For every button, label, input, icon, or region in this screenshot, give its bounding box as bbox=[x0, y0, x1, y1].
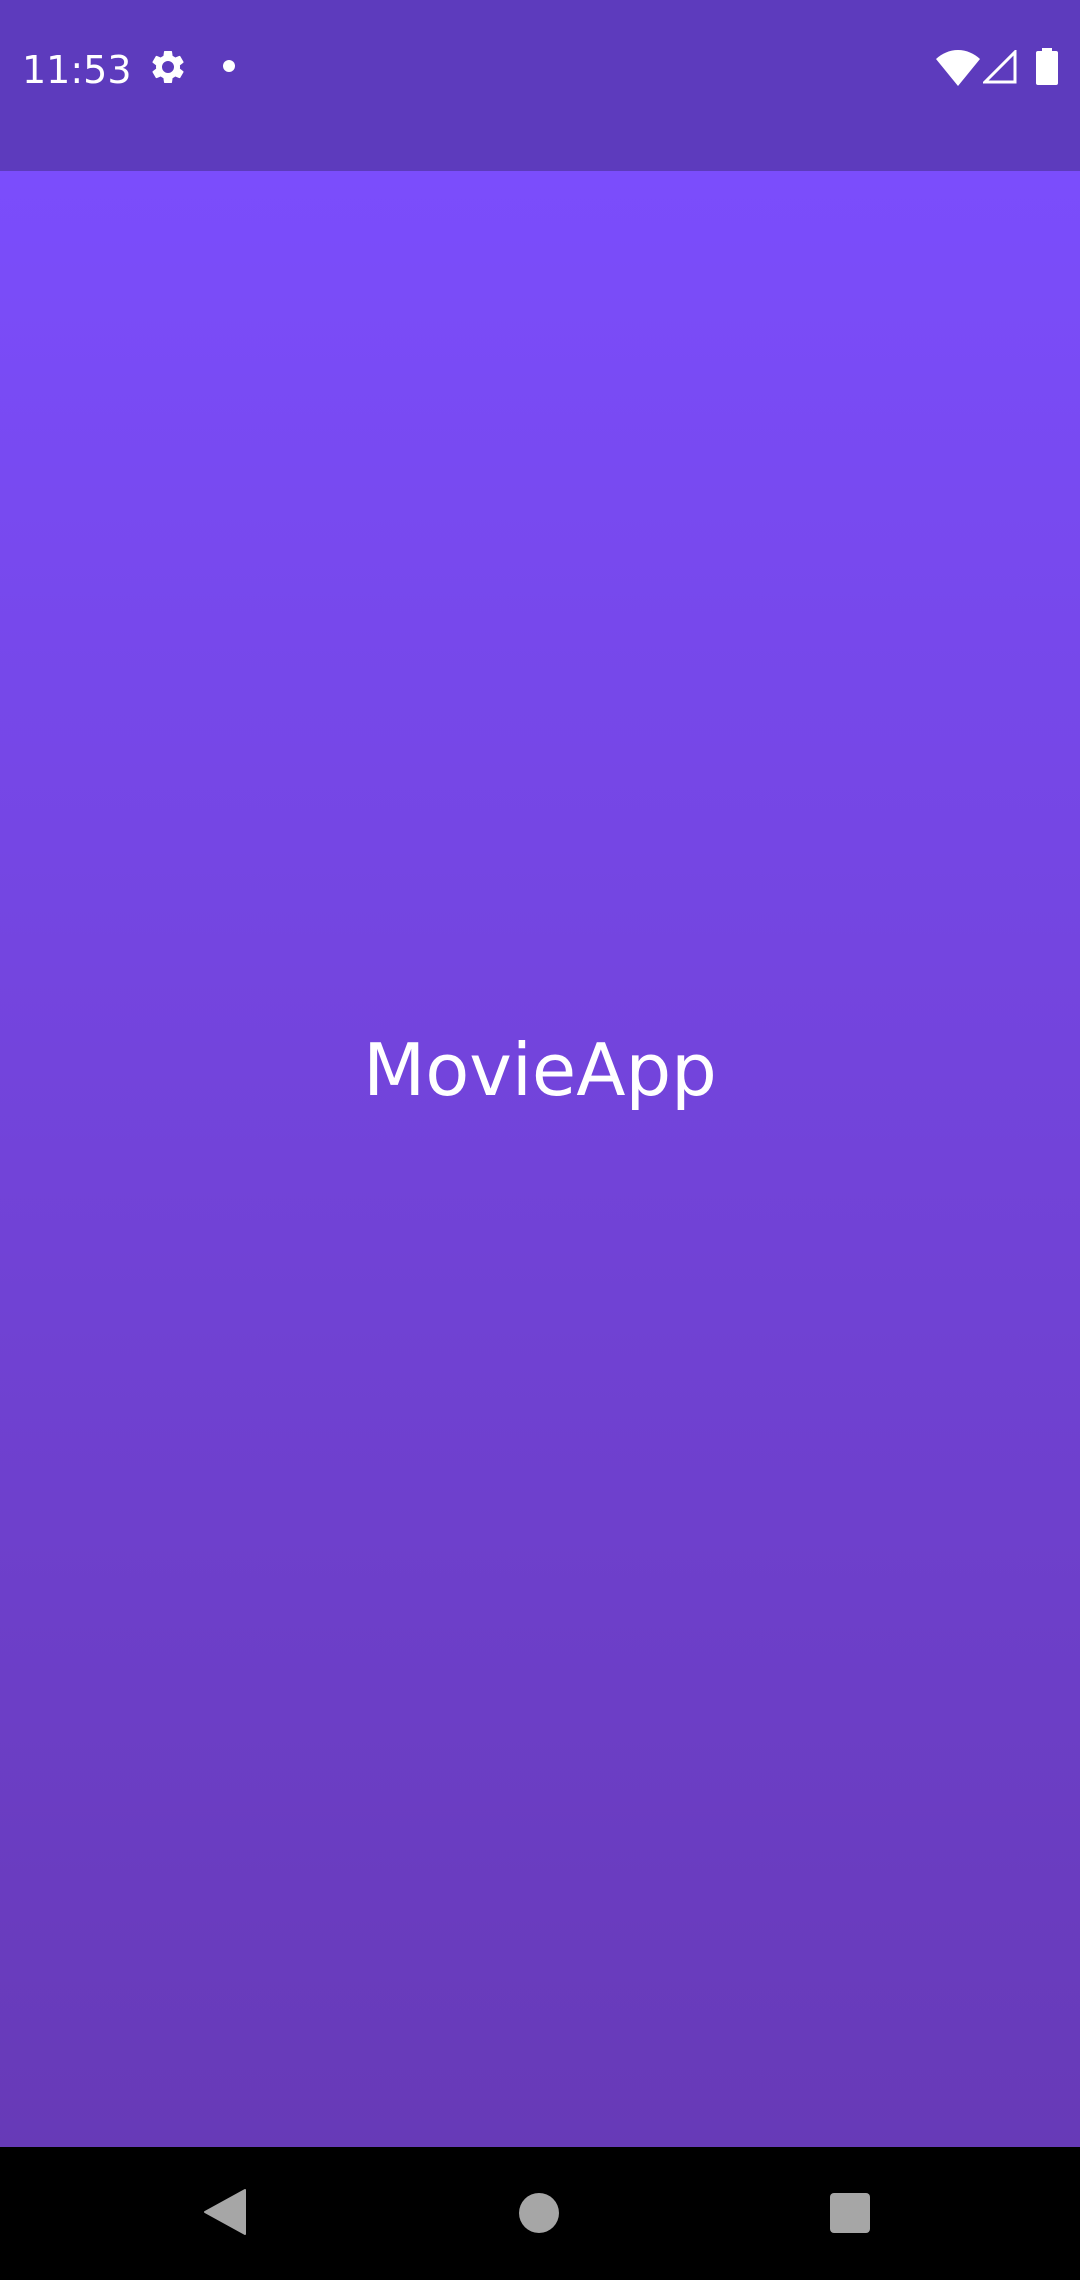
status-bar: 11:53 bbox=[0, 0, 1080, 171]
cell-signal-icon bbox=[983, 50, 1017, 84]
back-icon[interactable] bbox=[203, 2188, 247, 2236]
app-title: MovieApp bbox=[363, 1028, 717, 1112]
home-icon[interactable] bbox=[519, 2193, 559, 2233]
status-time: 11:53 bbox=[22, 48, 132, 92]
wifi-icon bbox=[936, 50, 980, 86]
notification-dot-icon bbox=[223, 60, 235, 72]
splash-screen bbox=[0, 171, 1080, 2147]
gear-icon bbox=[152, 50, 184, 83]
recents-icon[interactable] bbox=[830, 2193, 870, 2233]
battery-icon bbox=[1036, 48, 1058, 85]
